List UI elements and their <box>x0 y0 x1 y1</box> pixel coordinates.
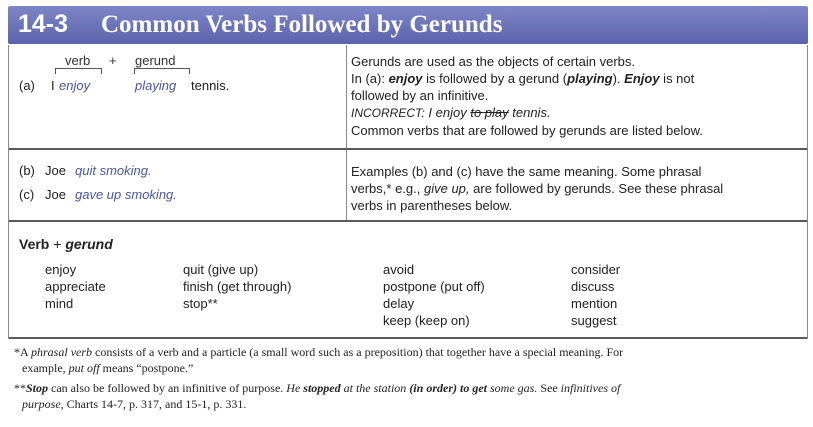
emphasis: stopped <box>303 381 341 395</box>
list-item: discuss <box>571 279 615 294</box>
text: ). <box>612 71 625 86</box>
list-item: mind <box>45 296 74 311</box>
text: are followed by gerunds. See these phras… <box>469 181 724 196</box>
footnote-stop: **Stop can also be followed by an infini… <box>14 380 804 412</box>
example-a-tag: (a) <box>19 78 35 93</box>
text: In (a): <box>351 71 389 86</box>
emphasis: He <box>286 381 304 395</box>
list-item: stop** <box>183 296 218 311</box>
list-item: consider <box>571 262 621 277</box>
emphasis: Enjoy <box>624 71 660 86</box>
plus-label: + <box>109 53 117 68</box>
emphasis: put off <box>68 361 100 375</box>
chart-bottom-rule <box>9 337 807 339</box>
verb-list-title: Verb + gerund <box>19 236 113 252</box>
text: means “postpone.” <box>99 361 194 375</box>
text: can also be followed by an infinitive of… <box>48 381 287 395</box>
list-item: suggest <box>571 313 617 328</box>
grammar-chart-page: 14-3 Common Verbs Followed by Gerunds ve… <box>0 0 813 427</box>
emphasis: phrasal verb <box>31 345 93 359</box>
text: I enjoy <box>428 105 471 120</box>
text: example, <box>22 361 69 375</box>
list-item: finish (get through) <box>183 279 292 294</box>
incorrect-label: INCORRECT: <box>351 106 425 120</box>
emphasis: purpose, <box>22 397 64 411</box>
emphasis: infinitives of <box>560 381 621 395</box>
explanation-bc-line1: Examples (b) and (c) have the same meani… <box>351 164 702 179</box>
emphasis: some gas. <box>486 381 538 395</box>
example-a-gerund: playing <box>135 78 177 93</box>
footnote-phrasal-verb: *A phrasal verb consists of a verb and a… <box>14 344 804 376</box>
emphasis: (in order) to get <box>409 381 487 395</box>
list-item: quit (give up) <box>183 262 259 277</box>
verb-column-3: avoid postpone (put off) delay keep (kee… <box>383 261 485 329</box>
text: is not <box>659 71 695 86</box>
gerund-bracket <box>134 68 190 74</box>
example-b-tag: (b) <box>19 163 35 178</box>
gerund-label: gerund <box>135 53 176 68</box>
list-item: appreciate <box>45 279 106 294</box>
list-item: keep (keep on) <box>383 313 470 328</box>
row-divider <box>9 220 807 222</box>
list-item: delay <box>383 296 415 311</box>
text: gerund <box>65 236 113 252</box>
verb-column-2: quit (give up) finish (get through) stop… <box>183 261 291 312</box>
verb-column-1: enjoy appreciate mind <box>45 261 106 312</box>
text: Verb <box>19 236 50 252</box>
example-b-subject: Joe <box>45 163 66 178</box>
explanation-a-line1: Gerunds are used as the objects of certa… <box>351 54 635 69</box>
example-b-verb: quit smoking. <box>75 163 152 178</box>
text: verbs,* e.g., <box>351 181 424 196</box>
verb-column-4: consider discuss mention suggest <box>571 261 620 329</box>
example-c-verb: gave up smoking. <box>75 187 177 202</box>
emphasis: Stop <box>26 381 49 395</box>
column-divider <box>346 45 347 220</box>
chart-number: 14-3 <box>18 10 69 38</box>
list-item: mention <box>571 296 618 311</box>
text: See <box>537 381 561 395</box>
example-a-subject: I <box>51 78 55 93</box>
footnotes: *A phrasal verb consists of a verb and a… <box>14 344 804 416</box>
emphasis: enjoy <box>388 71 423 86</box>
explanation-a-line3: followed by an infinitive. <box>351 88 489 103</box>
text: Charts 14-7, p. 317, and 15-1, p. 331. <box>63 397 247 411</box>
example-c-tag: (c) <box>19 187 35 202</box>
list-item: avoid <box>383 262 415 277</box>
example-c-subject: Joe <box>45 187 66 202</box>
explanation-bc-line2: verbs,* e.g., give up, are followed by g… <box>351 181 723 197</box>
text: ** <box>14 381 26 395</box>
text: *A <box>14 345 32 359</box>
list-item: enjoy <box>45 262 77 277</box>
text: is followed by a gerund ( <box>422 71 568 86</box>
explanation-bc-line3: verbs in parentheses below. <box>351 198 513 213</box>
chart-title: Common Verbs Followed by Gerunds <box>101 11 503 38</box>
verb-bracket <box>55 68 102 74</box>
explanation-a-line5: Common verbs that are followed by gerund… <box>351 123 703 138</box>
chart-header: 14-3 Common Verbs Followed by Gerunds <box>8 6 808 44</box>
row-divider <box>9 148 807 150</box>
example-a-verb: enjoy <box>59 78 91 93</box>
incorrect-example: INCORRECT: I enjoy to play tennis. <box>351 105 551 121</box>
text: + <box>49 236 66 252</box>
struck-text: to play <box>470 105 509 120</box>
emphasis: at the station <box>340 381 410 395</box>
text: tennis. <box>508 105 551 120</box>
example-a-rest: tennis. <box>191 78 230 93</box>
verb-label: verb <box>65 53 91 68</box>
emphasis: playing <box>567 71 613 86</box>
text: consists of a verb and a particle (a sma… <box>92 345 624 359</box>
explanation-a-line2: In (a): enjoy is followed by a gerund (p… <box>351 71 694 87</box>
chart-body: verb + gerund (a) I enjoy playing tennis… <box>8 45 808 339</box>
emphasis: give up, <box>423 181 470 196</box>
list-item: postpone (put off) <box>383 279 485 294</box>
